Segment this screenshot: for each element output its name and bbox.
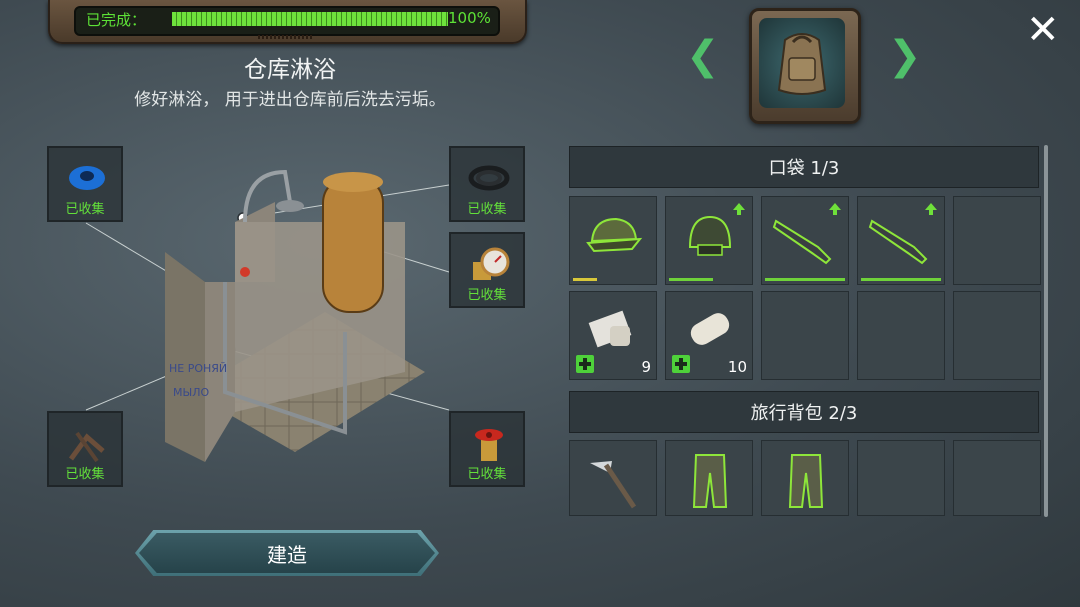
bandage-roll-icon (690, 313, 730, 345)
material-status: 已收集 (467, 202, 507, 217)
chevron-right-icon[interactable]: ❯ (888, 36, 922, 76)
upgrade-icon (829, 203, 841, 215)
durability-bar (669, 278, 713, 281)
svg-text:НЕ РОНЯЙ: НЕ РОНЯЙ (169, 362, 227, 375)
bandage-icon (588, 310, 632, 348)
pipes-icon (68, 431, 105, 463)
inventory-slot[interactable] (665, 196, 753, 285)
material-status: 已收集 (65, 202, 105, 217)
close-icon[interactable]: ✕ (1026, 10, 1060, 50)
empty-slot[interactable] (857, 440, 945, 516)
shower-illustration: НЕ РОНЯЙ МЫЛО (145, 162, 435, 482)
inventory-slot[interactable] (857, 196, 945, 285)
material-slot-hose[interactable]: 已收集 (449, 146, 525, 222)
chevron-left-icon[interactable]: ❮ (686, 36, 720, 76)
material-slot-pipes[interactable]: 已收集 (47, 411, 123, 487)
helmet-icon (688, 215, 732, 256)
empty-slot[interactable] (761, 291, 849, 380)
inventory-slot[interactable]: 9 (569, 291, 657, 380)
shotgun-icon (772, 219, 832, 265)
inventory-scrollbar[interactable] (1044, 145, 1048, 517)
backpack-header: 旅行背包 2/3 (569, 391, 1039, 433)
empty-slot[interactable] (857, 291, 945, 380)
build-button[interactable]: 建造 (139, 533, 435, 573)
material-status: 已收集 (65, 467, 105, 482)
medical-icon (672, 355, 690, 373)
upgrade-icon (925, 203, 937, 215)
backpack-icon (759, 18, 845, 108)
durability-bar (765, 278, 845, 281)
shotgun-icon (868, 219, 928, 265)
inventory-slot[interactable] (761, 440, 849, 516)
inventory-slot[interactable] (761, 196, 849, 285)
inventory-slot[interactable]: 10 (665, 291, 753, 380)
hose-icon (468, 165, 510, 191)
cap-icon (586, 217, 643, 253)
empty-slot[interactable] (953, 440, 1041, 516)
item-count: 9 (641, 358, 651, 376)
upgrade-icon (733, 203, 745, 215)
pressure-gauge-icon (473, 247, 510, 280)
inventory-slot[interactable] (569, 440, 657, 516)
material-slot-valve[interactable]: 已收集 (449, 411, 525, 487)
svg-text:МЫЛО: МЫЛО (173, 386, 209, 399)
valve-icon (475, 429, 503, 461)
hatchet-icon (590, 461, 637, 509)
pants-icon (788, 454, 824, 508)
empty-slot[interactable] (953, 196, 1041, 285)
medical-icon (576, 355, 594, 373)
inventory-slot[interactable] (665, 440, 753, 516)
item-count: 10 (727, 358, 747, 376)
empty-slot[interactable] (953, 291, 1041, 380)
pants-icon (692, 454, 728, 508)
pocket-header: 口袋 1/3 (569, 146, 1039, 188)
material-status: 已收集 (467, 288, 507, 303)
durability-bar (573, 278, 597, 281)
material-slot-tape[interactable]: 已收集 (47, 146, 123, 222)
inventory-slot[interactable] (569, 196, 657, 285)
material-status: 已收集 (467, 467, 507, 482)
durability-bar (861, 278, 941, 281)
material-slot-gauge[interactable]: 已收集 (449, 232, 525, 308)
tape-icon (69, 166, 105, 190)
